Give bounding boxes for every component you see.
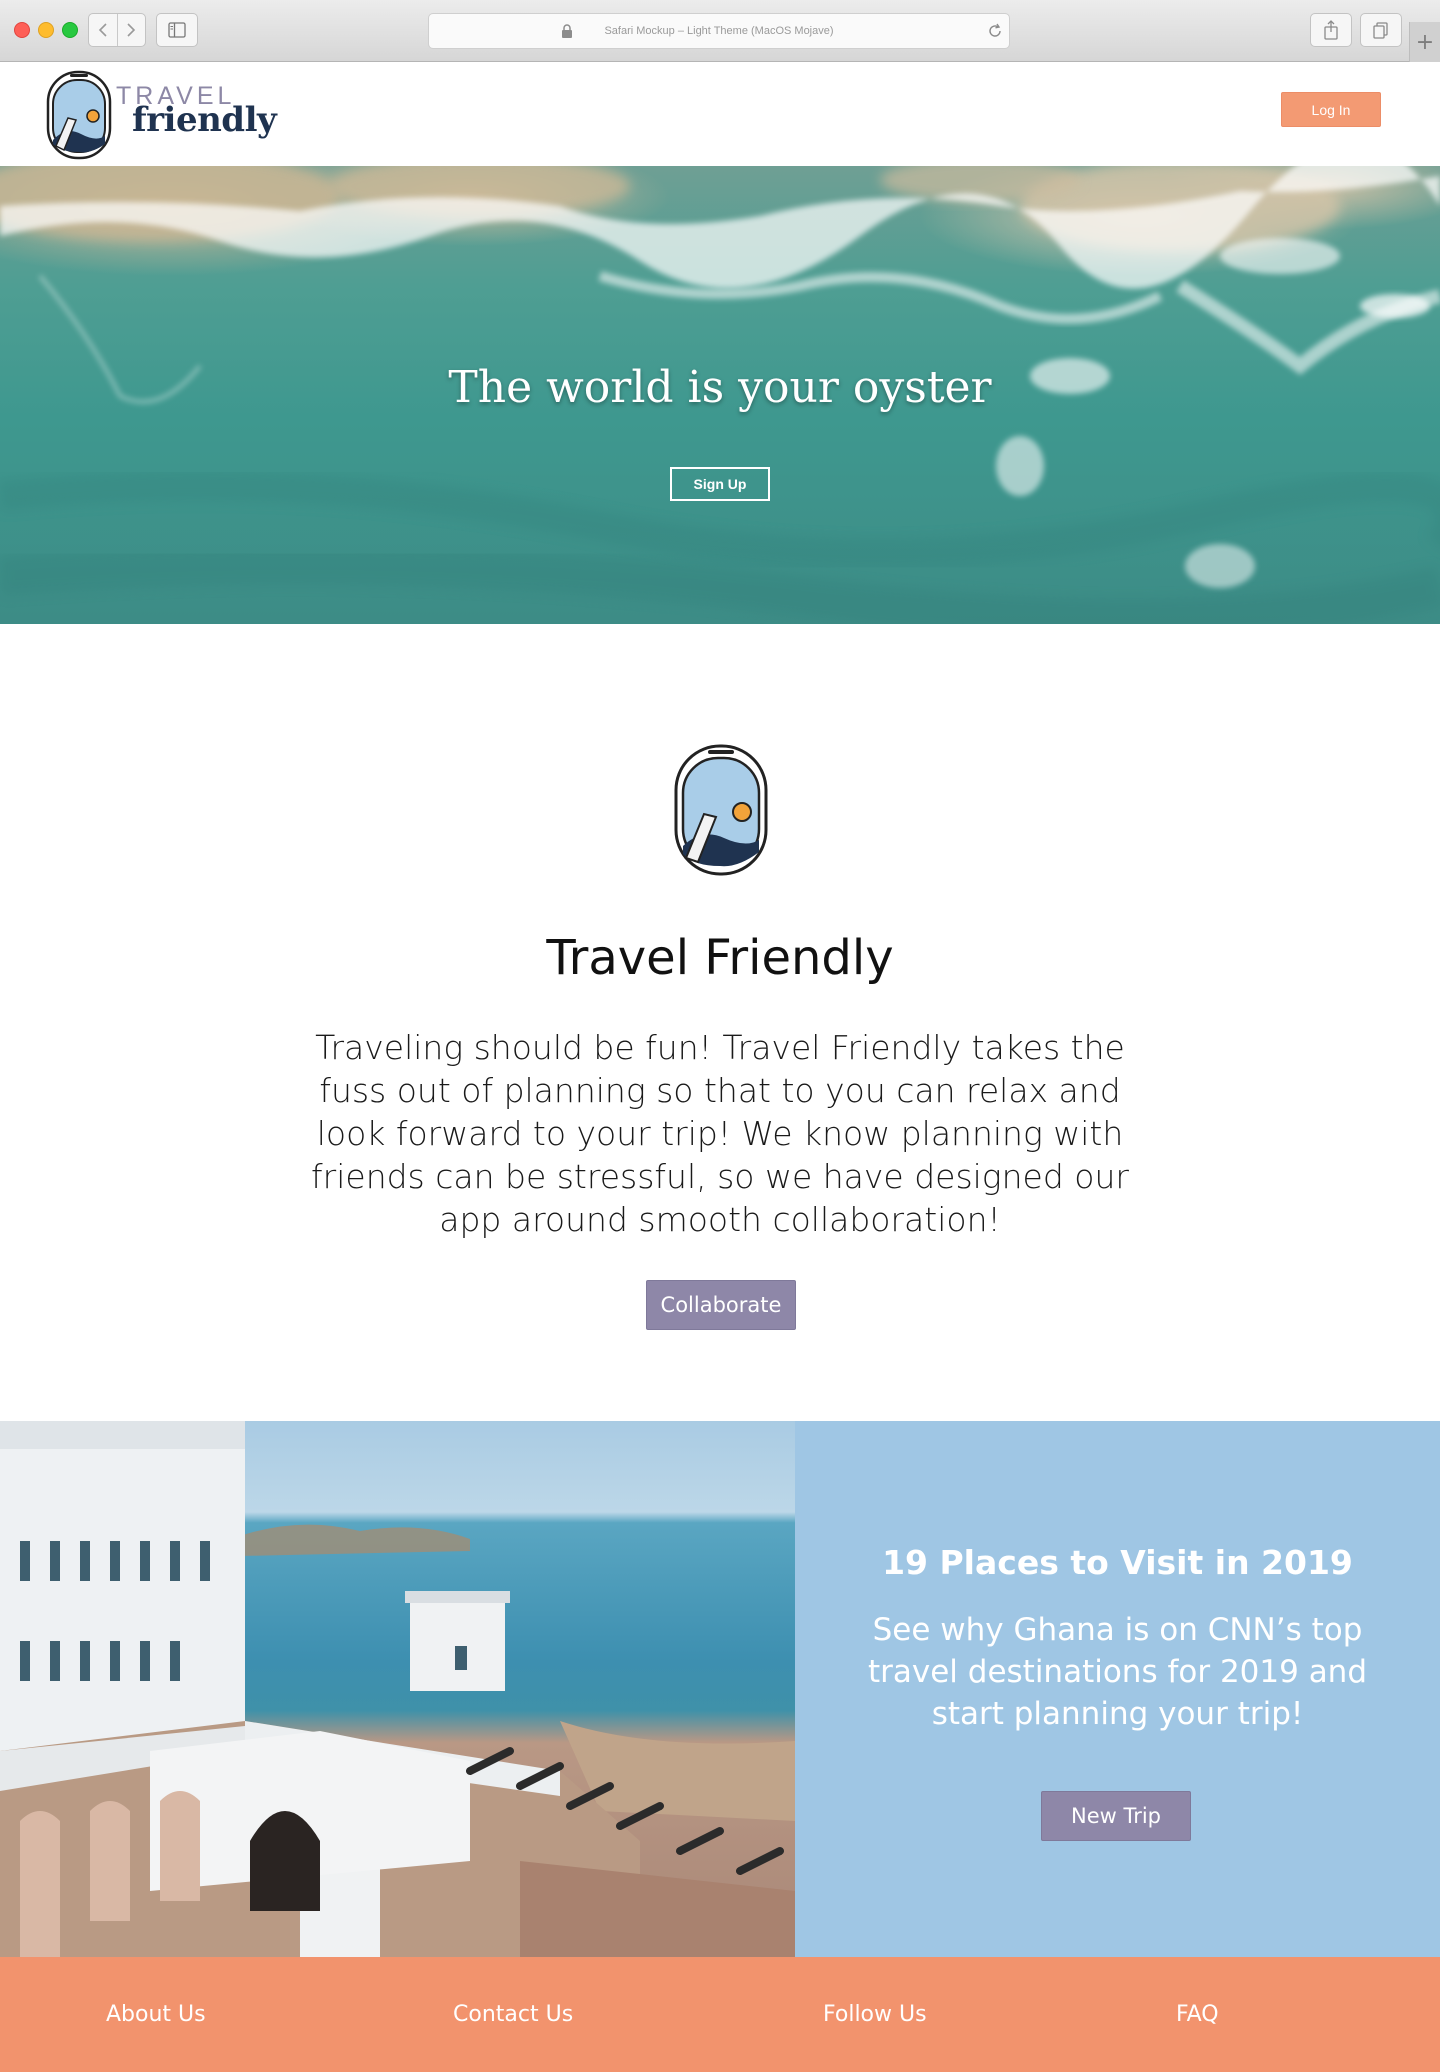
signup-button[interactable]: Sign Up xyxy=(670,467,770,501)
ghana-castle-photo xyxy=(0,1421,795,1957)
about-description: Traveling should be fun! Travel Friendly… xyxy=(311,1028,1129,1239)
feature-panel: 19 Places to Visit in 2019 See why Ghana… xyxy=(795,1421,1440,1957)
zoom-window-button[interactable] xyxy=(62,22,78,38)
address-bar[interactable]: Safari Mockup – Light Theme (MacOS Mojav… xyxy=(428,13,1010,49)
new-tab-button[interactable]: + xyxy=(1409,22,1440,62)
plus-icon: + xyxy=(1415,29,1435,55)
new-trip-button[interactable]: New Trip xyxy=(1041,1791,1191,1841)
airplane-window-icon xyxy=(46,70,112,160)
sidebar-toggle-button[interactable] xyxy=(156,13,198,47)
site-header: TRAVEL friendly Log In xyxy=(0,62,1440,166)
back-button[interactable] xyxy=(89,14,117,46)
site-footer: About Us Contact Us Follow Us FAQ xyxy=(0,1957,1440,2072)
reload-icon[interactable] xyxy=(987,22,1003,40)
collaborate-button[interactable]: Collaborate xyxy=(646,1280,796,1330)
sidebar-icon xyxy=(168,22,186,38)
footer-link-contact[interactable]: Contact Us xyxy=(453,1957,573,2072)
logo-word-friendly: friendly xyxy=(132,100,277,140)
footer-link-faq[interactable]: FAQ xyxy=(1176,1957,1219,2072)
history-nav xyxy=(88,13,146,47)
chevron-left-icon xyxy=(98,23,107,37)
hero-banner: The world is your oyster Sign Up xyxy=(0,166,1440,624)
share-icon xyxy=(1324,20,1338,40)
forward-button[interactable] xyxy=(116,14,146,46)
close-window-button[interactable] xyxy=(14,22,30,38)
tabs-overview-button[interactable] xyxy=(1360,13,1402,47)
footer-link-about[interactable]: About Us xyxy=(106,1957,206,2072)
lock-icon xyxy=(562,24,572,38)
tabs-icon xyxy=(1373,22,1388,39)
travel-friendly-logo[interactable]: TRAVEL friendly xyxy=(46,68,277,160)
castle-coast-image xyxy=(0,1421,795,1957)
address-text: Safari Mockup – Light Theme (MacOS Mojav… xyxy=(604,25,834,37)
airplane-window-icon xyxy=(674,744,768,876)
footer-link-follow[interactable]: Follow Us xyxy=(823,1957,927,2072)
chevron-right-icon xyxy=(127,23,136,37)
feature-description: See why Ghana is on CNN’s top travel des… xyxy=(867,1612,1368,1732)
browser-toolbar: Safari Mockup – Light Theme (MacOS Mojav… xyxy=(0,0,1440,62)
minimize-window-button[interactable] xyxy=(38,22,54,38)
hero-title: The world is your oyster xyxy=(448,362,992,413)
feature-title: 19 Places to Visit in 2019 xyxy=(882,1543,1353,1582)
login-button[interactable]: Log In xyxy=(1281,92,1381,127)
about-title: Travel Friendly xyxy=(546,930,894,986)
share-button[interactable] xyxy=(1310,13,1352,47)
